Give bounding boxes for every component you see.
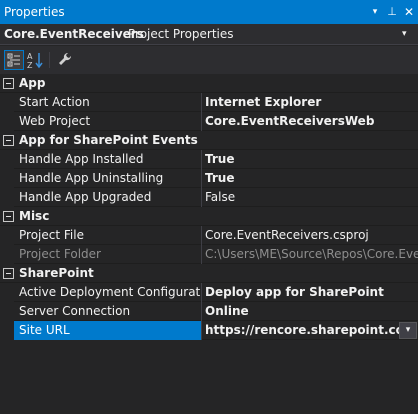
property-name: Site URL — [14, 321, 201, 340]
wrench-icon — [59, 52, 72, 65]
categorized-icon — [7, 53, 20, 67]
categorized-view-button[interactable] — [4, 50, 24, 70]
property-name: Handle App Upgraded — [19, 190, 152, 204]
window-position-dropdown-icon[interactable]: ▾ — [368, 4, 382, 20]
category-label: Misc — [19, 209, 50, 223]
property-row-handle-app-installed[interactable]: Handle App Installed True — [0, 150, 418, 169]
category-app-for-sharepoint-events[interactable]: App for SharePoint Events — [0, 131, 418, 150]
selected-object-name: Core.EventReceivers — [4, 27, 144, 41]
property-value[interactable]: True — [202, 150, 418, 169]
property-value[interactable]: Online — [202, 302, 418, 321]
toolbar-separator — [49, 52, 50, 68]
property-name: Start Action — [19, 95, 90, 109]
properties-toolbar: A Z — [0, 46, 418, 74]
property-row-active-deployment-configuration[interactable]: Active Deployment Configuration Deploy a… — [0, 283, 418, 302]
category-misc[interactable]: Misc — [0, 207, 418, 226]
property-row-project-folder[interactable]: Project Folder C:\Users\ME\Source\Repos\… — [0, 245, 418, 264]
collapse-icon[interactable] — [3, 135, 14, 146]
chevron-down-icon[interactable]: ▾ — [399, 322, 417, 339]
site-url-input[interactable]: https://rencore.sharepoint.com/site — [202, 321, 400, 340]
property-pages-button[interactable] — [55, 50, 75, 70]
collapse-icon[interactable] — [3, 211, 14, 222]
property-row-project-file[interactable]: Project File Core.EventReceivers.csproj — [0, 226, 418, 245]
sort-az-icon: A Z — [27, 52, 43, 70]
window-title: Properties — [4, 5, 65, 19]
property-value[interactable]: False — [202, 188, 418, 207]
property-value[interactable]: True — [202, 169, 418, 188]
property-grid: App Start Action Internet Explorer Web P… — [0, 74, 418, 340]
alphabetical-view-button[interactable]: A Z — [25, 50, 45, 70]
chevron-down-icon[interactable]: ▾ — [402, 27, 407, 42]
property-row-handle-app-upgraded[interactable]: Handle App Upgraded False — [0, 188, 418, 207]
property-value[interactable]: Internet Explorer — [202, 93, 418, 112]
property-name: Web Project — [19, 114, 91, 128]
properties-titlebar: Properties ▾ ⊥ ✕ — [0, 0, 418, 24]
property-value[interactable]: Deploy app for SharePoint — [202, 283, 418, 302]
category-label: App for SharePoint Events — [19, 133, 198, 147]
property-row-start-action[interactable]: Start Action Internet Explorer — [0, 93, 418, 112]
collapse-icon[interactable] — [3, 78, 14, 89]
category-app[interactable]: App — [0, 74, 418, 93]
svg-text:A: A — [27, 52, 33, 61]
property-row-web-project[interactable]: Web Project Core.EventReceiversWeb — [0, 112, 418, 131]
object-selector[interactable]: Core.EventReceivers Project Properties ▾ — [0, 24, 418, 45]
property-name: Active Deployment Configuration — [19, 285, 201, 299]
property-grid-empty-area — [0, 342, 418, 414]
category-label: App — [19, 76, 46, 90]
category-sharepoint[interactable]: SharePoint — [0, 264, 418, 283]
property-value[interactable]: Core.EventReceiversWeb — [202, 112, 418, 131]
property-name: Project File — [19, 228, 84, 242]
property-name: Project Folder — [19, 247, 101, 261]
property-value[interactable]: Core.EventReceivers.csproj — [202, 226, 418, 245]
close-icon[interactable]: ✕ — [402, 4, 416, 20]
property-name: Handle App Installed — [19, 152, 144, 166]
property-row-site-url[interactable]: Site URL https://rencore.sharepoint.com/… — [0, 321, 418, 340]
category-label: SharePoint — [19, 266, 94, 280]
property-row-server-connection[interactable]: Server Connection Online — [0, 302, 418, 321]
property-value: C:\Users\ME\Source\Repos\Core.EventR — [205, 247, 418, 261]
property-name: Server Connection — [19, 304, 131, 318]
property-row-handle-app-uninstalling[interactable]: Handle App Uninstalling True — [0, 169, 418, 188]
property-name: Handle App Uninstalling — [19, 171, 164, 185]
svg-text:Z: Z — [27, 61, 33, 70]
collapse-icon[interactable] — [3, 268, 14, 279]
selected-object-type: Project Properties — [128, 27, 234, 41]
pin-icon[interactable]: ⊥ — [385, 4, 399, 20]
